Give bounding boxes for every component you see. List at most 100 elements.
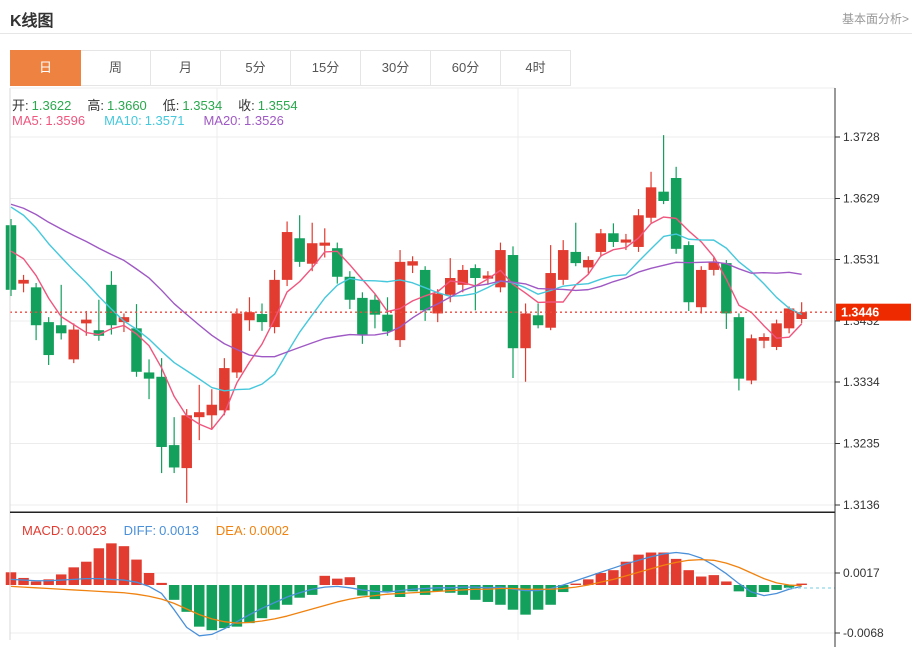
tab-period-1[interactable]: 周: [80, 50, 151, 86]
candle-body: [194, 412, 205, 417]
macd-bar: [746, 585, 757, 597]
y-axis-label: 1.3531: [843, 252, 880, 266]
candle-body: [671, 178, 682, 249]
candle-body: [658, 192, 669, 201]
macd-bar: [119, 546, 130, 585]
macd-bar: [232, 585, 243, 627]
macd-bar: [156, 583, 167, 585]
macd-bar: [658, 553, 669, 585]
candle-body: [734, 317, 745, 378]
candle-body: [646, 187, 657, 217]
macd-bar: [571, 584, 582, 585]
macd-axis-label: -0.0068: [843, 626, 884, 640]
candle-body: [257, 314, 268, 322]
legend-ma-item-2: MA20:1.3526: [203, 113, 283, 128]
y-axis-label: 1.3728: [843, 130, 880, 144]
legend-macd-item-0: MACD:0.0023: [22, 523, 107, 538]
macd-bar: [709, 575, 720, 585]
tab-period-7[interactable]: 4时: [500, 50, 571, 86]
candle-body: [571, 252, 582, 263]
macd-bar: [18, 578, 29, 585]
macd-bar: [257, 585, 268, 618]
macd-axis-label: 0.0017: [843, 566, 880, 580]
candle-body: [181, 415, 192, 468]
legend-ohlc-item-1: 高:1.3660: [87, 95, 146, 114]
candle-body: [558, 250, 569, 280]
macd-bar: [696, 577, 707, 585]
candle-body: [144, 372, 155, 378]
candle-body: [746, 338, 757, 380]
macd-bar: [608, 570, 619, 585]
candle-body: [156, 377, 167, 447]
ma10-line: [11, 207, 802, 391]
candle-body: [596, 233, 607, 252]
diff-line: [11, 553, 802, 636]
tab-period-4[interactable]: 15分: [290, 50, 361, 86]
candle-body: [508, 255, 519, 348]
legend-ma-item-1: MA10:1.3571: [104, 113, 184, 128]
macd-bar: [6, 572, 17, 585]
legend-ohlc-item-2: 低:1.3534: [163, 95, 222, 114]
y-axis-label: 1.3629: [843, 191, 880, 205]
macd-bar: [445, 585, 456, 593]
period-tab-bar: 日周月5分15分30分60分4时: [10, 50, 571, 86]
y-axis-label: 1.3334: [843, 375, 880, 389]
candle-body: [759, 337, 770, 341]
candle-body: [43, 322, 54, 355]
candle-body: [608, 233, 619, 242]
legend-ohlc-item-3: 收:1.3554: [238, 95, 297, 114]
candle-body: [6, 225, 17, 290]
candle-body: [332, 248, 343, 277]
candle-body: [470, 268, 481, 278]
candle-body: [169, 445, 180, 467]
candle-body: [696, 270, 707, 307]
candle-body: [533, 315, 544, 325]
macd-bar: [31, 581, 41, 585]
macd-bar: [169, 585, 180, 600]
candle-body: [56, 325, 66, 333]
macd-bar: [796, 584, 807, 585]
macd-bar: [81, 562, 92, 585]
candle-body: [18, 280, 29, 284]
candle-body: [357, 298, 368, 335]
candle-body: [683, 245, 694, 302]
tab-period-2[interactable]: 月: [150, 50, 221, 86]
tab-period-3[interactable]: 5分: [220, 50, 291, 86]
macd-bar: [759, 585, 770, 592]
candle-body: [633, 215, 644, 247]
macd-bar: [382, 585, 393, 591]
candle-body: [545, 273, 556, 328]
macd-bar: [282, 585, 293, 605]
macd-bar: [269, 585, 280, 610]
macd-bar: [420, 585, 431, 595]
candle-body: [207, 405, 218, 416]
macd-bar: [320, 576, 331, 585]
macd-bar: [332, 579, 343, 585]
macd-bar: [207, 585, 218, 630]
macd-bar: [345, 577, 356, 585]
macd-bar: [194, 585, 205, 627]
dea-line: [11, 560, 802, 624]
tab-period-5[interactable]: 30分: [360, 50, 431, 86]
legend-macd-item-2: DEA:0.0002: [216, 523, 289, 538]
macd-bar: [69, 567, 80, 585]
candle-body: [244, 312, 255, 320]
macd-bar: [144, 573, 155, 585]
ma-legend: MA5:1.3596MA10:1.3571MA20:1.3526: [12, 113, 284, 128]
candle-body: [307, 243, 318, 263]
tab-period-0[interactable]: 日: [10, 50, 81, 86]
kline-page: K线图 基本面分析> 1.37281.36291.35311.34321.333…: [0, 0, 912, 647]
candle-body: [784, 308, 795, 328]
candle-body: [31, 287, 41, 325]
macd-bar: [721, 581, 732, 585]
ma20-line: [11, 204, 802, 356]
candle-body: [583, 260, 594, 267]
y-axis-label: 1.3235: [843, 436, 880, 450]
y-axis-label: 1.3136: [843, 498, 880, 512]
macd-legend: MACD:0.0023 DIFF:0.0013 DEA:0.0002: [22, 523, 289, 538]
candle-body: [81, 320, 92, 324]
current-price-badge-label: 1.3446: [841, 306, 879, 320]
tab-period-6[interactable]: 60分: [430, 50, 501, 86]
candle-body: [407, 261, 418, 265]
legend-macd-item-1: DIFF:0.0013: [124, 523, 199, 538]
